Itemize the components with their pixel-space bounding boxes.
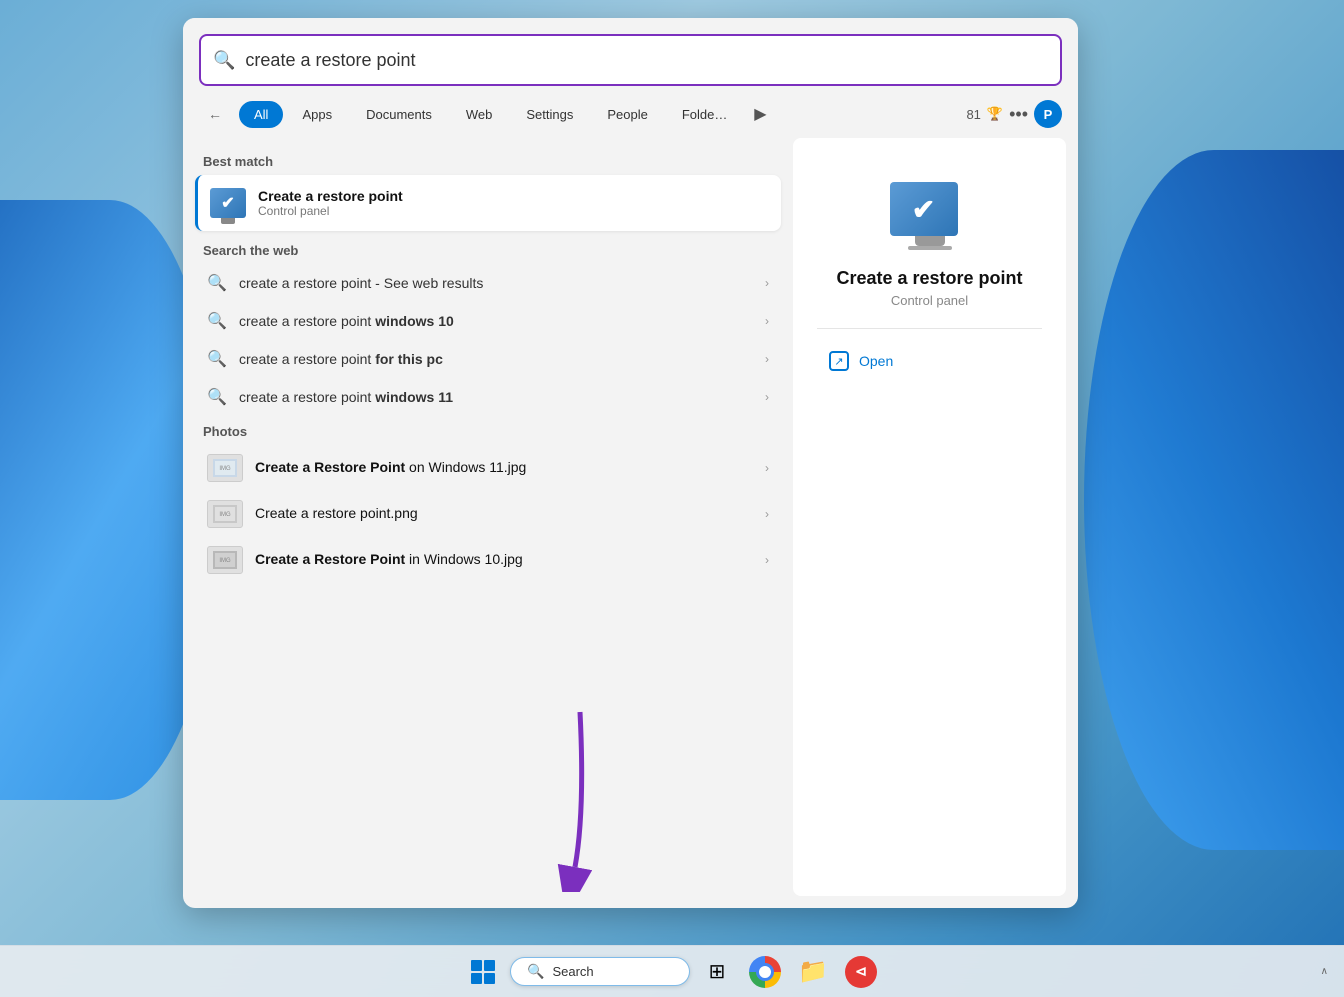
photo-item-0[interactable]: IMG Create a Restore Point on Windows 11… [195, 445, 781, 491]
svg-text:IMG: IMG [219, 512, 231, 518]
tab-people[interactable]: People [592, 101, 662, 128]
right-panel-title: Create a restore point [836, 268, 1022, 289]
tab-settings[interactable]: Settings [511, 101, 588, 128]
best-match-icon [210, 185, 246, 221]
right-panel-divider [817, 328, 1042, 329]
photo-item-text-0: Create a Restore Point on Windows 11.jpg [255, 459, 526, 477]
result-count: 81 [966, 107, 980, 122]
photo-chevron-2: › [765, 553, 769, 567]
search-content: Best match Create a restore point Contro… [183, 138, 1078, 908]
open-link-icon [829, 351, 849, 371]
right-panel-app-icon [890, 182, 970, 252]
chevron-right-2: › [765, 352, 769, 366]
photo-chevron-1: › [765, 507, 769, 521]
chevron-right-3: › [765, 390, 769, 404]
photo-item-text-1: Create a restore point.png [255, 505, 418, 523]
right-panel: Create a restore point Control panel Ope… [793, 138, 1066, 896]
search-loop-icon-0: 🔍 [207, 273, 227, 293]
search-input[interactable] [245, 50, 1048, 71]
result-count-area: 81 🏆 ••• P [966, 100, 1062, 128]
web-search-text-1: create a restore point windows 10 [239, 313, 454, 329]
filter-tabs-bar: ← All Apps Documents Web Settings People… [183, 86, 1078, 138]
taskbar-search-label: Search [552, 964, 593, 979]
control-panel-monitor-icon [210, 188, 246, 218]
taskbar: 🔍 Search ⊞ 📁 ⊲ ∧ [0, 945, 1344, 997]
web-search-text-0: create a restore point - See web results [239, 275, 483, 291]
tab-web[interactable]: Web [451, 101, 508, 128]
more-tabs-button[interactable]: ▶ [746, 100, 774, 128]
svg-text:IMG: IMG [219, 466, 231, 472]
open-button[interactable]: Open [817, 345, 905, 377]
search-box-wrapper[interactable]: 🔍 [199, 34, 1062, 86]
web-search-text-3: create a restore point windows 11 [239, 389, 453, 405]
photo-chevron-0: › [765, 461, 769, 475]
chrome-icon [749, 956, 781, 988]
taskbar-search-bar[interactable]: 🔍 Search [510, 957, 690, 986]
search-web-label: Search the web [195, 235, 781, 264]
best-match-label: Best match [195, 146, 781, 175]
tab-folders[interactable]: Folde… [667, 101, 743, 128]
tab-apps[interactable]: Apps [287, 101, 347, 128]
taskbar-search-icon: 🔍 [527, 963, 544, 980]
red-app-button[interactable]: ⊲ [840, 951, 882, 993]
photo-item-1[interactable]: IMG Create a restore point.png › [195, 491, 781, 537]
task-view-icon: ⊞ [709, 959, 726, 984]
monitor-stand [221, 218, 235, 224]
trophy-icon: 🏆 [987, 106, 1003, 122]
chevron-right-0: › [765, 276, 769, 290]
overflow-menu-button[interactable]: ••• [1009, 104, 1028, 125]
photo-thumb-0: IMG [207, 454, 243, 482]
chevron-right-1: › [765, 314, 769, 328]
chrome-button[interactable] [744, 951, 786, 993]
rp-monitor [890, 182, 958, 236]
best-match-text: Create a restore point Control panel [258, 188, 403, 218]
search-magnifier-icon: 🔍 [213, 50, 235, 71]
user-avatar[interactable]: P [1034, 100, 1062, 128]
photo-thumb-1: IMG [207, 500, 243, 528]
taskbar-items: 🔍 Search ⊞ 📁 ⊲ [462, 951, 882, 993]
back-button[interactable]: ← [199, 98, 231, 130]
file-explorer-button[interactable]: 📁 [792, 951, 834, 993]
task-view-button[interactable]: ⊞ [696, 951, 738, 993]
folder-icon: 📁 [798, 957, 828, 986]
tab-documents[interactable]: Documents [351, 101, 447, 128]
search-loop-icon-1: 🔍 [207, 311, 227, 331]
rp-monitor-base [908, 246, 952, 250]
tab-all[interactable]: All [239, 101, 283, 128]
search-input-area: 🔍 [183, 18, 1078, 86]
web-search-item-0[interactable]: 🔍 create a restore point - See web resul… [195, 264, 781, 302]
open-label: Open [859, 353, 893, 369]
search-loop-icon-3: 🔍 [207, 387, 227, 407]
start-button[interactable] [462, 951, 504, 993]
right-panel-subtitle: Control panel [891, 293, 968, 308]
system-tray-chevron[interactable]: ∧ [1321, 966, 1328, 977]
photo-item-2[interactable]: IMG Create a Restore Point in Windows 10… [195, 537, 781, 583]
search-loop-icon-2: 🔍 [207, 349, 227, 369]
best-match-item[interactable]: Create a restore point Control panel [195, 175, 781, 231]
web-search-item-2[interactable]: 🔍 create a restore point for this pc › [195, 340, 781, 378]
photo-thumb-2: IMG [207, 546, 243, 574]
web-search-text-2: create a restore point for this pc [239, 351, 443, 367]
rp-monitor-stand [915, 236, 945, 246]
web-search-item-1[interactable]: 🔍 create a restore point windows 10 › [195, 302, 781, 340]
left-panel: Best match Create a restore point Contro… [183, 138, 793, 908]
svg-text:IMG: IMG [219, 558, 231, 564]
best-match-subtitle: Control panel [258, 204, 403, 218]
taskbar-right-tray: ∧ [1321, 966, 1328, 977]
red-circle-icon: ⊲ [845, 956, 877, 988]
best-match-title: Create a restore point [258, 188, 403, 204]
search-window: 🔍 ← All Apps Documents Web Settings Peop… [183, 18, 1078, 908]
windows-logo-icon [471, 960, 495, 984]
photo-item-text-2: Create a Restore Point in Windows 10.jpg [255, 551, 523, 569]
web-search-item-3[interactable]: 🔍 create a restore point windows 11 › [195, 378, 781, 416]
desktop-ribbon-right [1084, 150, 1344, 850]
photos-label: Photos [195, 416, 781, 445]
